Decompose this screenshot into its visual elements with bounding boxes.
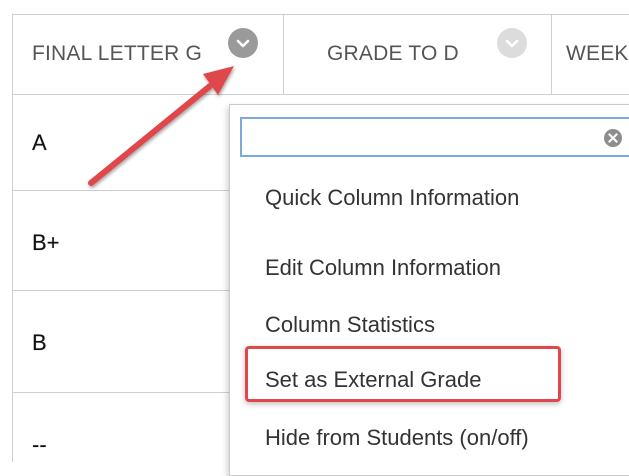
grid-line <box>12 392 242 393</box>
column-header-week[interactable]: WEEK <box>566 14 629 94</box>
column-header-label: FINAL LETTER G <box>32 42 203 65</box>
column-options-menu: Quick Column Information Edit Column Inf… <box>229 104 629 476</box>
grid-line <box>12 94 629 95</box>
menu-search-field[interactable] <box>240 117 629 157</box>
grade-cell[interactable]: A <box>32 130 47 156</box>
column-header-label: GRADE TO D <box>327 42 459 65</box>
menu-item-hide-from-students[interactable]: Hide from Students (on/off) <box>265 425 529 451</box>
chevron-down-icon[interactable] <box>497 28 527 58</box>
chevron-down-icon[interactable] <box>228 28 258 58</box>
grade-cell[interactable]: -- <box>32 432 47 458</box>
grade-cell[interactable]: B <box>32 330 47 356</box>
menu-item-column-statistics[interactable]: Column Statistics <box>265 312 435 338</box>
menu-item-quick-column-information[interactable]: Quick Column Information <box>265 185 519 211</box>
grid-line <box>12 290 242 291</box>
annotation-highlight-box <box>245 346 561 402</box>
grid-line <box>283 14 284 94</box>
grid-line <box>551 14 552 94</box>
grid-line <box>12 190 242 191</box>
column-header-final-letter[interactable]: FINAL LETTER G <box>32 14 228 94</box>
grade-cell[interactable]: B+ <box>32 230 60 256</box>
close-icon[interactable] <box>604 129 622 147</box>
grid-line <box>12 14 13 462</box>
menu-item-edit-column-information[interactable]: Edit Column Information <box>265 255 501 281</box>
column-header-label: WEEK <box>566 42 629 65</box>
column-header-grade-to-d[interactable]: GRADE TO D <box>327 14 487 94</box>
